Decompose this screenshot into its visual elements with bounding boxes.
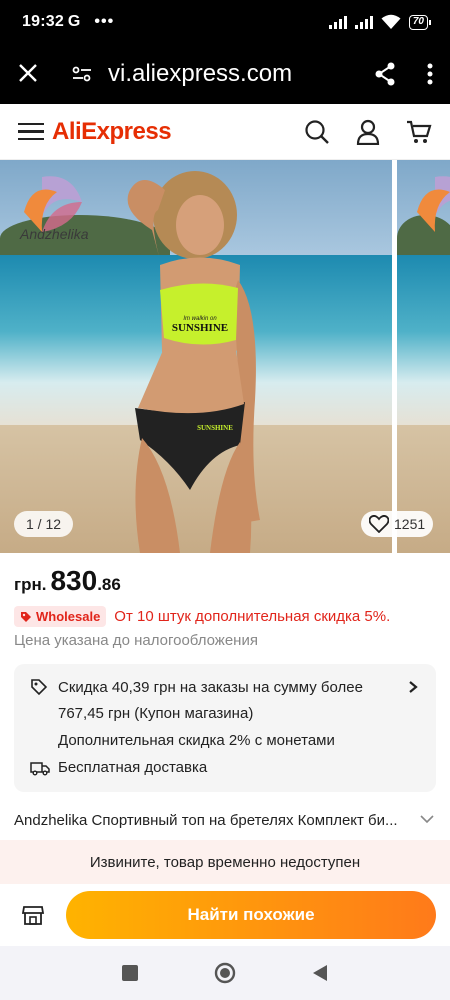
share-icon (375, 62, 395, 86)
store-icon (21, 906, 45, 925)
coupon-line-1: Скидка 40,39 грн на заказы на сумму боле… (58, 678, 363, 696)
coupon-tag-icon (31, 679, 48, 696)
close-icon (19, 64, 37, 82)
product-title[interactable]: Andzhelika Спортивный топ на бретелях Ко… (14, 812, 409, 829)
site-header: AliExpress (0, 104, 450, 160)
product-gallery[interactable]: Im walkin on SUNSHINE SUNSHINE Andzhelik… (0, 160, 450, 553)
aliexpress-logo[interactable]: AliExpress (52, 118, 172, 146)
wholesale-badge: Wholesale (14, 606, 107, 627)
product-image[interactable]: Im walkin on SUNSHINE SUNSHINE Andzhelik… (0, 160, 392, 553)
cart-icon[interactable] (406, 119, 432, 145)
promotions-card[interactable]: Скидка 40,39 грн на заказы на сумму боле… (14, 664, 436, 792)
battery-icon: 70 (408, 14, 432, 30)
signal-icon-2 (354, 15, 373, 29)
wholesale-row: Wholesale От 10 штук дополнительная скид… (14, 606, 390, 627)
google-icon: G (67, 13, 81, 30)
coupon-row[interactable]: Скидка 40,39 грн на заказы на сумму боле… (30, 678, 363, 696)
model-figure: Im walkin on SUNSHINE SUNSHINE (127, 171, 260, 553)
coins-row: Дополнительная скидка 2% с монетами (30, 732, 335, 749)
coins-discount: Дополнительная скидка 2% с монетами (58, 732, 335, 749)
wifi-icon (381, 14, 401, 29)
find-similar-button[interactable]: Найти похожие (66, 891, 436, 939)
home-icon[interactable] (214, 962, 236, 984)
unavailable-banner: Извините, товар временно недоступен (0, 840, 450, 884)
heart-icon (369, 515, 389, 533)
price-decimal: .86 (97, 575, 121, 594)
site-settings-button[interactable] (56, 66, 108, 82)
top-print-text: SUNSHINE (172, 322, 228, 334)
browser-menu-button[interactable] (410, 63, 450, 85)
price-integer: 830 (50, 565, 98, 596)
status-time: 19:32 (22, 13, 64, 30)
wishlist-button[interactable]: 1251 (361, 511, 434, 537)
close-tab-button[interactable] (0, 60, 56, 88)
tune-icon (72, 66, 91, 82)
wholesale-badge-label: Wholesale (36, 609, 101, 624)
more-vert-icon (427, 63, 433, 85)
likes-count: 1251 (394, 516, 426, 532)
tax-note: Цена указана до налогообложения (14, 632, 258, 649)
action-bar: Найти похожие (0, 884, 450, 946)
brand-logo-icon-next (417, 176, 450, 232)
more-notifications-icon: ••• (94, 13, 115, 30)
price-currency: грн. (14, 575, 47, 594)
menu-icon[interactable] (18, 122, 44, 141)
back-icon[interactable] (312, 964, 328, 982)
system-nav-bar (0, 946, 450, 1000)
share-button[interactable] (360, 62, 410, 86)
signal-icon (328, 15, 347, 29)
brand-logo-text: Andzhelika (20, 226, 89, 242)
store-button[interactable] (0, 903, 66, 927)
shipping-row: Бесплатная доставка (30, 759, 207, 776)
coupon-line-2: 767,45 грн (Купон магазина) (58, 705, 254, 722)
browser-toolbar: vi.aliexpress.com (0, 44, 450, 104)
chevron-right-icon[interactable] (408, 680, 418, 694)
coupon-row-continued: 767,45 грн (Купон магазина) (30, 705, 253, 722)
tag-icon (21, 611, 31, 622)
delivery-truck-icon (30, 761, 50, 775)
recents-icon[interactable] (122, 965, 138, 981)
free-shipping: Бесплатная доставка (58, 759, 208, 776)
next-image-preview[interactable] (397, 160, 450, 553)
image-counter: 1 / 12 (14, 511, 74, 537)
account-icon[interactable] (356, 119, 380, 145)
bottom-print-text: SUNSHINE (197, 424, 233, 432)
search-icon[interactable] (304, 119, 330, 145)
price: грн. 830 .86 (14, 565, 121, 597)
wholesale-text: От 10 штук дополнительная скидка 5%. (114, 608, 391, 625)
url-text[interactable]: vi.aliexpress.com (108, 60, 360, 88)
chevron-down-icon[interactable] (420, 814, 434, 824)
status-bar: 19:32 G ••• 70 (0, 0, 450, 44)
